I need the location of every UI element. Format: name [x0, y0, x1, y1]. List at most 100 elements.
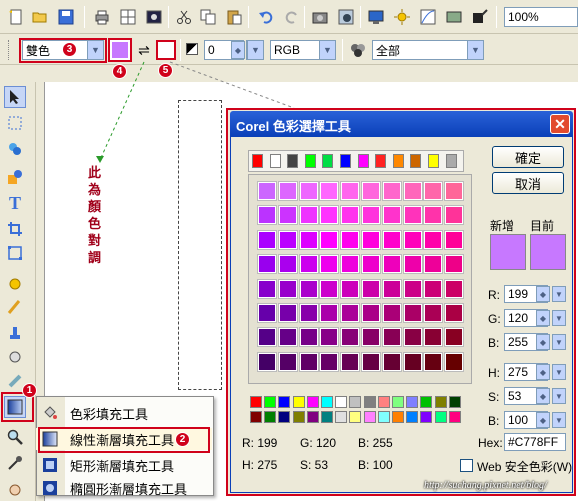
h-spin-icon[interactable]: ◆ — [536, 364, 550, 380]
color-cell[interactable] — [403, 230, 422, 249]
palette-tab[interactable] — [428, 154, 439, 168]
color-cell[interactable] — [299, 328, 318, 347]
color-cell[interactable] — [362, 279, 380, 298]
color-cell[interactable] — [278, 182, 297, 200]
cancel-button[interactable]: 取消 — [492, 172, 564, 194]
palette-tab[interactable] — [304, 154, 316, 168]
color-cell[interactable] — [278, 304, 297, 322]
color-cell[interactable] — [258, 279, 276, 298]
palette-swatch[interactable] — [321, 396, 333, 408]
palette-swatch[interactable] — [250, 411, 262, 423]
color-cell[interactable] — [362, 304, 380, 322]
palette-swatch[interactable] — [306, 411, 319, 423]
palette-tab[interactable] — [269, 154, 281, 168]
color-cell[interactable] — [382, 352, 401, 371]
color-cell[interactable] — [320, 304, 339, 322]
palette-swatch[interactable] — [306, 396, 319, 408]
bv-spin-icon[interactable]: ◆ — [536, 412, 550, 428]
color-cell[interactable] — [424, 230, 443, 249]
color-cell[interactable] — [320, 182, 339, 200]
color-cell[interactable] — [403, 279, 422, 298]
palette-swatch[interactable] — [448, 396, 461, 408]
color-cell[interactable] — [403, 182, 422, 200]
palette-swatch[interactable] — [250, 396, 262, 408]
palette-swatch[interactable] — [349, 411, 362, 423]
color-cell[interactable] — [341, 279, 360, 298]
s-spin-icon[interactable]: ◆ — [536, 388, 550, 404]
color-cell[interactable] — [278, 206, 297, 225]
color-cell[interactable] — [320, 352, 339, 371]
palette-swatch[interactable] — [321, 411, 333, 423]
close-icon[interactable]: ✕ — [550, 114, 570, 134]
color-cell[interactable] — [258, 182, 276, 200]
palette-swatch[interactable] — [406, 396, 419, 408]
color-cell[interactable] — [424, 279, 443, 298]
color-cell[interactable] — [362, 255, 380, 274]
s-dropdown-icon[interactable]: ▼ — [552, 388, 566, 404]
menu-item-color-fill[interactable]: 色彩填充工具 — [36, 402, 212, 424]
color-cell[interactable] — [362, 206, 380, 225]
color-cell[interactable] — [445, 328, 464, 347]
palette-tab[interactable] — [287, 154, 299, 168]
color-cell[interactable] — [278, 328, 297, 347]
h-dropdown-icon[interactable]: ▼ — [552, 364, 566, 380]
color-cell[interactable] — [278, 230, 297, 249]
g-dropdown-icon[interactable]: ▼ — [552, 310, 566, 326]
color-cell[interactable] — [258, 230, 276, 249]
palette-swatch[interactable] — [335, 396, 348, 408]
palette-swatch[interactable] — [448, 411, 461, 423]
color-cell[interactable] — [382, 206, 401, 225]
color-cell[interactable] — [341, 304, 360, 322]
palette-swatch[interactable] — [264, 396, 277, 408]
r-spin-icon[interactable]: ◆ — [536, 286, 550, 302]
color-cell[interactable] — [424, 182, 443, 200]
color-cell[interactable] — [320, 206, 339, 225]
palette-swatch[interactable] — [335, 411, 348, 423]
color-cell[interactable] — [341, 255, 360, 274]
color-cell[interactable] — [362, 182, 380, 200]
color-cell[interactable] — [445, 255, 464, 274]
palette-tab[interactable] — [410, 154, 422, 168]
g-spin-icon[interactable]: ◆ — [536, 310, 550, 326]
menu-item-ellipse-gradient[interactable]: 橢圓形漸層填充工具 — [36, 477, 212, 499]
color-cell[interactable] — [362, 230, 380, 249]
palette-tab[interactable] — [322, 154, 334, 168]
color-cell[interactable] — [403, 352, 422, 371]
color-cell[interactable] — [320, 230, 339, 249]
palette-swatch[interactable] — [264, 411, 277, 423]
color-cell[interactable] — [403, 304, 422, 322]
palette-swatch[interactable] — [363, 411, 376, 423]
color-cell[interactable] — [362, 352, 380, 371]
color-cell[interactable] — [258, 304, 276, 322]
palette-tab[interactable] — [445, 154, 457, 168]
palette-swatch[interactable] — [434, 411, 447, 423]
color-cell[interactable] — [341, 206, 360, 225]
hex-input[interactable]: #C778FF — [504, 433, 566, 451]
palette-swatch[interactable] — [292, 411, 305, 423]
color-cell[interactable] — [258, 206, 276, 225]
b-dropdown-icon[interactable]: ▼ — [552, 334, 566, 350]
color-cell[interactable] — [382, 230, 401, 249]
palette-swatch[interactable] — [392, 396, 404, 408]
palette-swatch[interactable] — [363, 396, 376, 408]
color-cell[interactable] — [299, 279, 318, 298]
color-cell[interactable] — [299, 182, 318, 200]
palette-swatch[interactable] — [434, 396, 447, 408]
r-dropdown-icon[interactable]: ▼ — [552, 286, 566, 302]
color-cell[interactable] — [258, 328, 276, 347]
palette-tab[interactable] — [252, 154, 263, 168]
color-cell[interactable] — [445, 279, 464, 298]
color-cell[interactable] — [320, 279, 339, 298]
color-cell[interactable] — [341, 182, 360, 200]
color-cell[interactable] — [445, 352, 464, 371]
color-cell[interactable] — [424, 352, 443, 371]
color-cell[interactable] — [258, 352, 276, 371]
color-cell[interactable] — [362, 328, 380, 347]
color-cell[interactable] — [382, 279, 401, 298]
palette-tab[interactable] — [357, 154, 369, 168]
color-cell[interactable] — [299, 352, 318, 371]
palette-swatch[interactable] — [292, 396, 305, 408]
palette-tab[interactable] — [340, 154, 351, 168]
color-cell[interactable] — [320, 255, 339, 274]
color-cell[interactable] — [299, 206, 318, 225]
